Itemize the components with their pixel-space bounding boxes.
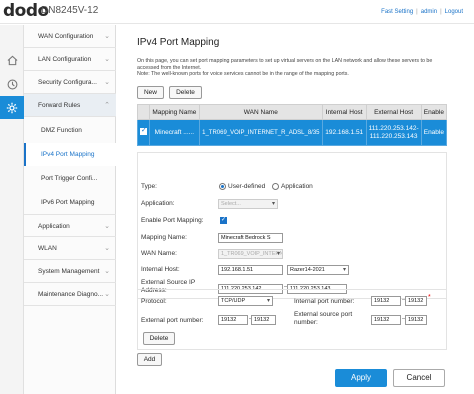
globe-icon[interactable]	[0, 72, 24, 96]
internal-port-end-input[interactable]: 19132	[405, 296, 427, 306]
cell-internal-host: 192.168.1.51	[321, 119, 367, 146]
delete-port-row-button[interactable]: Delete	[143, 332, 175, 345]
type-application-label[interactable]: Application	[281, 183, 313, 190]
fast-setting-link[interactable]: Fast Setting	[381, 9, 413, 15]
mapping-name-label: Mapping Name:	[141, 234, 187, 241]
menu-item-label: Security Configura...	[38, 79, 97, 86]
menu-item-label: LAN Configuration	[38, 56, 92, 63]
table-header-row: Mapping Name WAN Name Internal Host Exte…	[137, 104, 448, 120]
wan-name-select[interactable]: 1_TR069_VOIP_INTERNET_R_ADSL_8/35	[218, 249, 283, 259]
top-links: Fast Setting | admin | Logout	[381, 9, 463, 15]
column-header-mapping-name: Mapping Name	[149, 104, 200, 120]
cancel-button[interactable]: Cancel	[393, 369, 445, 387]
menu-item-label: WAN Configuration	[38, 33, 94, 40]
link-separator: |	[416, 9, 418, 15]
protocol-label: Protocol:	[141, 298, 167, 305]
port-settings-panel: Protocol: TCP/UDP Internal port number: …	[137, 289, 447, 350]
chevron-down-icon: ⌄	[104, 33, 110, 40]
external-source-port-label: External source port number:	[294, 311, 353, 326]
menu-item-label: Forward Rules	[38, 102, 81, 109]
application-select[interactable]: Select...	[218, 199, 278, 209]
home-icon[interactable]	[0, 48, 24, 72]
menu-item-wan-configuration[interactable]: WAN Configuration ⌄	[24, 25, 116, 48]
chevron-down-icon: ⌄	[104, 79, 110, 86]
icon-sidebar	[0, 25, 24, 394]
chevron-down-icon: ⌄	[104, 291, 110, 298]
mapping-name-input[interactable]: Minecraft Bedrock S	[218, 233, 283, 243]
menu-item-label: WLAN	[38, 245, 57, 252]
external-source-port-end-input[interactable]: 19132	[405, 315, 427, 325]
device-model: DN8245V-12	[41, 5, 99, 16]
logout-link[interactable]: Logout	[445, 9, 463, 15]
page-description: On this page, you can set port mapping p…	[137, 58, 433, 77]
delete-button[interactable]: Delete	[169, 86, 202, 99]
internal-port-label: Internal port number:	[294, 298, 355, 305]
internal-host-input[interactable]: 192.168.1.51	[218, 265, 283, 275]
menu-item-label: Maintenance Diagno...	[38, 291, 104, 298]
admin-link[interactable]: admin	[421, 9, 437, 15]
internal-port-start-input[interactable]: 19132	[371, 296, 401, 306]
link-separator: |	[440, 9, 442, 15]
chevron-down-icon: ⌄	[104, 223, 110, 230]
submenu-ipv4-port-mapping[interactable]: IPv4 Port Mapping	[24, 143, 116, 166]
protocol-select[interactable]: TCP/UDP	[218, 296, 273, 306]
enable-port-mapping-checkbox[interactable]	[220, 216, 227, 224]
external-source-port-start-input[interactable]: 19132	[371, 315, 401, 325]
external-port-end-input[interactable]: 19132	[251, 315, 276, 325]
chevron-up-icon: ⌃	[104, 102, 110, 109]
application-label: Application:	[141, 200, 175, 207]
chevron-down-icon: ⌄	[104, 56, 110, 63]
row-checkbox[interactable]	[140, 127, 147, 136]
sidebar-menu: WAN Configuration ⌄ LAN Configuration ⌄ Se…	[24, 25, 116, 394]
chevron-down-icon: ⌄	[104, 268, 110, 275]
submenu-port-trigger-configuration[interactable]: Port Trigger Confi...	[24, 167, 116, 190]
type-label: Type:	[141, 183, 157, 190]
menu-item-system-management[interactable]: System Management ⌄	[24, 260, 116, 283]
main-content: IPv4 Port Mapping On this page, you can …	[117, 25, 474, 394]
mapping-settings-panel: Type: User-defined Application Applicati…	[137, 152, 447, 299]
external-host-start: 111.220.253.142-	[368, 124, 419, 132]
menu-item-security-configuration[interactable]: Security Configura... ⌄	[24, 71, 116, 94]
menu-item-application[interactable]: Application ⌄	[24, 214, 116, 237]
internal-host-label: Internal Host:	[141, 266, 180, 273]
internal-host-device-select[interactable]: Razer14-2021	[287, 265, 349, 275]
cell-external-host: 111.220.253.142- 111.220.253.143	[365, 119, 422, 146]
column-header-internal-host: Internal Host	[321, 104, 367, 120]
submenu-ipv6-port-mapping[interactable]: IPv6 Port Mapping	[24, 191, 116, 214]
add-button[interactable]: Add	[137, 353, 162, 366]
chevron-down-icon: ⌄	[104, 245, 110, 252]
menu-item-wlan[interactable]: WLAN ⌄	[24, 237, 116, 260]
external-host-end: 111.220.253.143	[369, 132, 418, 140]
apply-button[interactable]: Apply	[335, 369, 387, 387]
type-user-defined-radio[interactable]	[219, 183, 226, 190]
select-column-header	[137, 104, 150, 120]
cell-mapping-name: Minecraft ......	[149, 119, 200, 146]
external-port-label: External port number:	[141, 317, 204, 324]
menu-item-lan-configuration[interactable]: LAN Configuration ⌄	[24, 48, 116, 71]
submenu-dmz-function[interactable]: DMZ Function	[24, 119, 116, 142]
cell-wan-name: 1_TR069_VOIP_INTERNET_R_ADSL_8/35	[198, 119, 323, 146]
new-button[interactable]: New	[137, 86, 164, 99]
required-marker: *	[428, 294, 431, 301]
column-header-wan-name: WAN Name	[198, 104, 323, 120]
column-header-external-host: External Host	[365, 104, 422, 120]
row-select-cell[interactable]	[137, 119, 150, 146]
menu-item-label: System Management	[38, 268, 100, 275]
menu-item-forward-rules[interactable]: Forward Rules ⌃	[24, 94, 116, 117]
menu-item-maintenance-diagnosis[interactable]: Maintenance Diagno... ⌄	[24, 283, 116, 306]
page-title: IPv4 Port Mapping	[137, 37, 220, 48]
top-header: dodo DN8245V-12 Fast Setting | admin | Logou…	[0, 0, 474, 24]
external-port-start-input[interactable]: 19132	[218, 315, 248, 325]
column-header-enable: Enable	[420, 104, 448, 120]
port-mapping-table: Mapping Name WAN Name Internal Host Exte…	[137, 104, 448, 146]
gear-icon[interactable]	[0, 96, 24, 119]
enable-port-mapping-label: Enable Port Mapping:	[141, 217, 204, 224]
menu-item-label: Application	[38, 223, 70, 230]
wan-name-label: WAN Name:	[141, 250, 177, 257]
table-row[interactable]: Minecraft ...... 1_TR069_VOIP_INTERNET_R…	[137, 119, 448, 146]
type-user-defined-label[interactable]: User-defined	[228, 183, 265, 190]
cell-enable: Enable	[420, 119, 448, 146]
type-application-radio[interactable]	[272, 183, 279, 190]
